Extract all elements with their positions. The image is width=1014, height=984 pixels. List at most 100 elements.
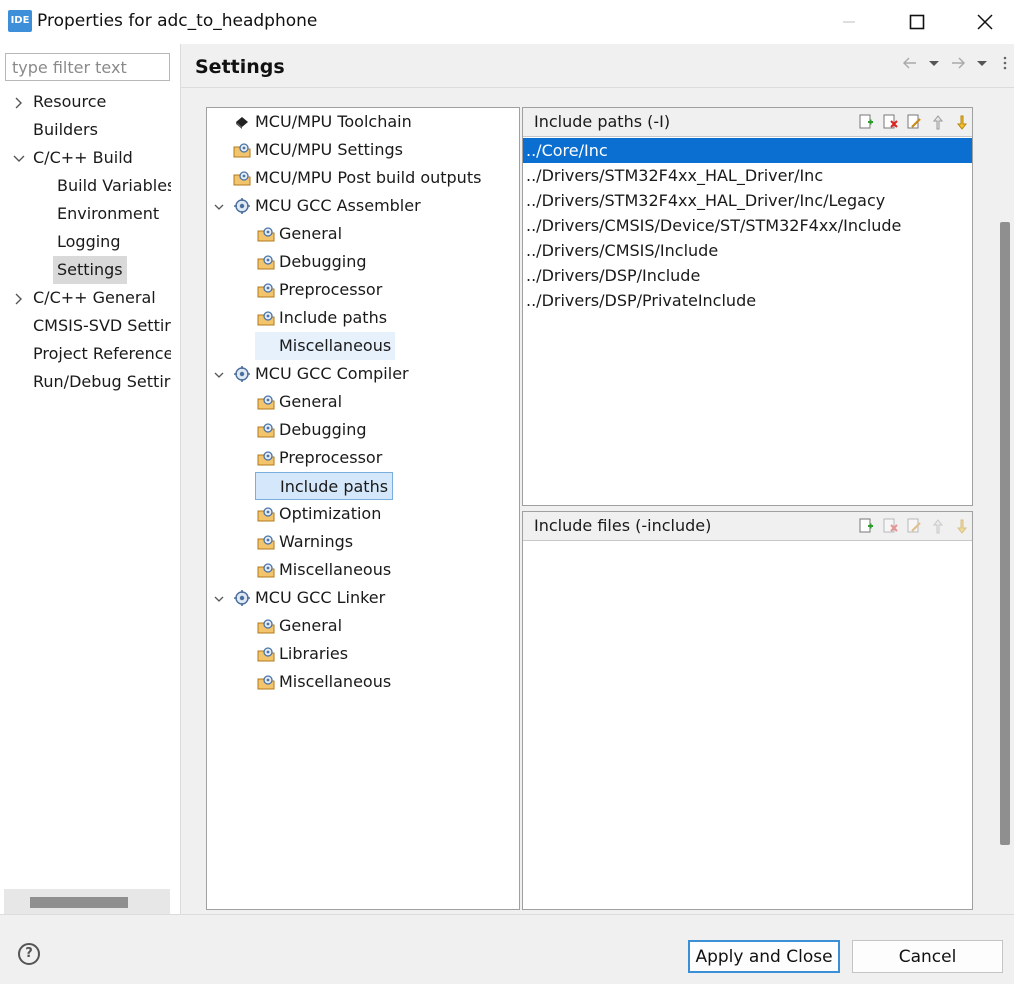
nav-item[interactable]: Settings [53, 256, 127, 284]
tool-tree-item[interactable]: Optimization [255, 500, 385, 528]
minimize-icon [843, 21, 855, 23]
tool-tree-item[interactable]: Debugging [255, 416, 371, 444]
nav-item[interactable]: Build Variables [53, 172, 171, 200]
nav-item[interactable]: Logging [53, 228, 124, 256]
tool-tree-item[interactable]: MCU GCC Assembler [231, 192, 425, 220]
include-path-row[interactable]: ../Drivers/DSP/PrivateInclude [523, 288, 972, 313]
tool-tree-item-label: Miscellaneous [279, 672, 392, 691]
filter-input[interactable] [5, 53, 170, 81]
nav-item-label: Builders [33, 120, 98, 139]
tool-tree-item-label: MCU/MPU Settings [255, 140, 403, 159]
tool-tree-item-label: General [279, 616, 343, 635]
tool-tree-item-label: MCU GCC Compiler [255, 364, 409, 383]
page-title: Settings [195, 56, 285, 78]
tool-tree-item[interactable]: Miscellaneous [255, 668, 395, 696]
nav-item-label: CMSIS-SVD Settir [33, 316, 171, 335]
include-files-delete-icon[interactable] [882, 518, 898, 534]
maximize-button[interactable] [888, 0, 946, 44]
include-files-edit-icon[interactable] [906, 518, 922, 534]
window-title: Properties for adc_to_headphone [37, 11, 318, 31]
forward-menu-chevron-icon[interactable] [975, 55, 989, 71]
nav-item[interactable]: Run/Debug Settir [29, 368, 171, 396]
tool-tree-item[interactable]: MCU GCC Linker [231, 584, 389, 612]
tool-tree-item[interactable]: Preprocessor [255, 276, 386, 304]
view-menu-icon[interactable] [1001, 55, 1009, 71]
include-path-row[interactable]: ../Drivers/DSP/Include [523, 263, 972, 288]
include-paths-panel: Include paths (-I) ../Core/Inc ../Drivers… [522, 107, 973, 506]
tool-tree-item-label: Miscellaneous [279, 336, 392, 355]
chevron-down-icon[interactable] [212, 199, 226, 213]
content-scrollbar-thumb[interactable] [1000, 222, 1010, 845]
include-path-row[interactable]: ../Drivers/STM32F4xx_HAL_Driver/Inc/Lega… [523, 188, 972, 213]
nav-item[interactable]: CMSIS-SVD Settir [29, 312, 171, 340]
include-paths-add-icon[interactable] [858, 114, 874, 130]
tool-tree-item[interactable]: MCU GCC Compiler [231, 360, 413, 388]
tool-tree-item-label: Preprocessor [279, 448, 383, 467]
minimize-button[interactable] [820, 0, 878, 44]
nav-item-label: Run/Debug Settir [33, 372, 171, 391]
tool-tree-item[interactable]: Miscellaneous [255, 332, 396, 360]
tool-tree-item-label: General [279, 392, 343, 411]
tool-tree-item[interactable]: Debugging [255, 248, 371, 276]
chevron-right-icon[interactable] [12, 95, 26, 109]
tool-tree-item[interactable]: MCU/MPU Toolchain [231, 108, 416, 136]
include-path-row[interactable]: ../Core/Inc [523, 138, 972, 163]
cancel-button[interactable]: Cancel [852, 940, 1003, 973]
button-bar-divider [0, 914, 1014, 915]
tool-tree-item-label: Include paths [280, 477, 389, 496]
tool-tree-item[interactable]: Include paths [255, 472, 394, 500]
include-files-add-icon[interactable] [858, 518, 874, 534]
back-menu-chevron-icon[interactable] [927, 55, 941, 71]
forward-arrow-icon[interactable] [950, 55, 966, 71]
chevron-right-icon[interactable] [12, 291, 26, 305]
nav-item-label: Environment [57, 204, 160, 223]
chevron-down-icon[interactable] [212, 591, 226, 605]
close-icon [977, 14, 993, 30]
tool-tree-item[interactable]: General [255, 220, 346, 248]
include-paths-move-down-icon[interactable] [954, 114, 970, 130]
tool-tree-item-label: MCU/MPU Toolchain [255, 112, 412, 131]
help-icon[interactable]: ? [18, 943, 40, 965]
tool-tree-item[interactable]: Miscellaneous [255, 556, 395, 584]
chevron-down-icon[interactable] [212, 367, 226, 381]
nav-item[interactable]: Project Reference: [29, 340, 171, 368]
close-button[interactable] [956, 0, 1014, 44]
tool-tree-item-label: Preprocessor [279, 280, 383, 299]
include-path-row[interactable]: ../Drivers/CMSIS/Device/ST/STM32F4xx/Inc… [523, 213, 972, 238]
nav-item[interactable]: C/C++ General [29, 284, 160, 312]
tool-tree-item-label: Debugging [279, 252, 367, 271]
tool-tree-item[interactable]: General [255, 388, 346, 416]
tool-tree-item-label: Libraries [279, 644, 349, 663]
nav-item[interactable]: Resource [29, 88, 110, 116]
include-files-title: Include files (-include) [523, 512, 972, 541]
nav-scrollbar-thumb[interactable] [30, 897, 128, 908]
back-arrow-icon[interactable] [902, 55, 918, 71]
nav-item[interactable]: Environment [53, 200, 163, 228]
include-files-move-down-icon[interactable] [954, 518, 970, 534]
nav-item[interactable]: C/C++ Build [29, 144, 137, 172]
include-path-row[interactable]: ../Drivers/STM32F4xx_HAL_Driver/Inc [523, 163, 972, 188]
tool-tree-item-label: Debugging [279, 420, 367, 439]
tool-tree-item-label: Include paths [279, 308, 388, 327]
include-files-move-up-icon[interactable] [930, 518, 946, 534]
apply-and-close-button[interactable]: Apply and Close [688, 940, 840, 973]
tool-tree-item[interactable]: MCU/MPU Settings [231, 136, 407, 164]
nav-item[interactable]: Builders [29, 116, 102, 144]
include-path-row[interactable]: ../Drivers/CMSIS/Include [523, 238, 972, 263]
tool-tree-item-label: MCU/MPU Post build outputs [255, 168, 482, 187]
nav-item-label: C/C++ General [33, 288, 156, 307]
tool-tree-item-label: MCU GCC Linker [255, 588, 386, 607]
include-paths-edit-icon[interactable] [906, 114, 922, 130]
nav-item-label: Build Variables [57, 176, 171, 195]
tool-tree-item[interactable]: MCU/MPU Post build outputs [231, 164, 485, 192]
tool-tree-item[interactable]: Warnings [255, 528, 357, 556]
tool-tree-item[interactable]: General [255, 612, 346, 640]
include-files-panel: Include files (-include) [522, 511, 973, 910]
tool-tree-item[interactable]: Include paths [255, 304, 391, 332]
tool-tree-item[interactable]: Preprocessor [255, 444, 386, 472]
include-paths-delete-icon[interactable] [882, 114, 898, 130]
include-paths-move-up-icon[interactable] [930, 114, 946, 130]
include-paths-title: Include paths (-I) [523, 108, 972, 137]
chevron-down-icon[interactable] [12, 151, 26, 165]
tool-tree-item[interactable]: Libraries [255, 640, 352, 668]
